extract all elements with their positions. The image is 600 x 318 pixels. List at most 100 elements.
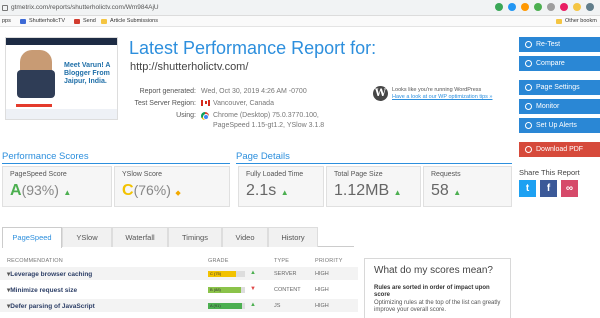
detail-label: Fully Loaded Time — [246, 171, 304, 178]
facebook-icon[interactable]: f — [540, 180, 557, 197]
col-recommendation: RECOMMENDATION — [7, 258, 63, 264]
recommendation-name[interactable]: Minimize request size — [7, 286, 77, 294]
page-settings-button[interactable]: Page Settings — [519, 80, 600, 95]
info-heading: What do my scores mean? — [374, 265, 493, 276]
refresh-icon — [525, 41, 532, 48]
extension-icon[interactable] — [573, 3, 581, 11]
detail-value: 1.12MB ▲ — [334, 182, 402, 199]
pagespeed-score-card: PageSpeed Score A(93%) ▲ — [2, 166, 112, 207]
arrow-up-icon: ▲ — [250, 270, 256, 276]
gear-icon — [525, 84, 532, 91]
recommendation-priority: HIGH — [315, 271, 329, 277]
thumbnail-headline: Meet Varun! A Blogger From Jaipur, India… — [64, 62, 111, 85]
pagespeed-score-value: A(93%) ▲ — [10, 182, 72, 199]
favicon-icon — [20, 18, 26, 24]
grade-fill: C (75) — [208, 271, 236, 277]
profile-icon[interactable] — [586, 3, 594, 11]
extension-icon[interactable] — [508, 3, 516, 11]
lock-icon — [2, 5, 8, 11]
chrome-icon — [201, 112, 209, 120]
total-page-size-card: Total Page Size 1.12MB ▲ — [326, 166, 421, 207]
meta-value: Chrome (Desktop) 75.0.3770.100, — [213, 112, 319, 119]
wp-optimization-link[interactable]: Have a look at our WP optimization tips … — [392, 94, 492, 100]
yslow-score-card: YSlow Score C(76%) ◆ — [114, 166, 230, 207]
link-icon[interactable]: ∞ — [561, 180, 578, 197]
meta-label: Test Server Region: — [134, 100, 196, 107]
alarm-icon — [525, 122, 532, 129]
arrow-up-icon: ▲ — [393, 188, 402, 197]
folder-icon — [101, 18, 107, 24]
extension-icon[interactable] — [534, 3, 542, 11]
recommendation-type: JS — [274, 303, 281, 309]
recommendation-type: CONTENT — [274, 287, 301, 293]
setup-alerts-button[interactable]: Set Up Alerts — [519, 118, 600, 133]
extension-icon[interactable] — [560, 3, 568, 11]
requests-card: Requests 58 ▲ — [423, 166, 512, 207]
compare-icon — [525, 60, 532, 67]
canada-flag-icon — [201, 100, 210, 106]
thumbnail-footer — [6, 109, 117, 119]
meta-label: Using: — [176, 112, 196, 119]
col-grade: GRADE — [208, 258, 229, 264]
gmail-icon — [74, 18, 80, 24]
meta-value: Vancouver, Canada — [213, 100, 274, 107]
bookmarks-bar: pps ShutterholicTV Send Article Submissi… — [0, 16, 600, 27]
col-priority: PRIORITY — [315, 258, 343, 264]
col-type: TYPE — [274, 258, 290, 264]
grade-fill: B (88) — [208, 287, 241, 293]
bookmark-send[interactable]: Send — [74, 18, 96, 24]
download-pdf-button[interactable]: Download PDF — [519, 142, 600, 157]
tab-pagespeed[interactable]: PageSpeed — [2, 227, 62, 248]
thumbnail-person — [17, 50, 55, 98]
wordpress-notice: Looks like you're running WordPress Have… — [392, 87, 493, 100]
detail-value: 58 ▲ — [431, 182, 462, 199]
arrow-down-icon: ▼ — [250, 286, 256, 292]
meta-value: Wed, Oct 30, 2019 4:26 AM -0700 — [201, 88, 307, 95]
folder-icon — [556, 18, 562, 24]
compare-button[interactable]: Compare — [519, 56, 600, 71]
tab-waterfall[interactable]: Waterfall — [112, 227, 168, 247]
pagespeed-score-label: PageSpeed Score — [10, 171, 67, 178]
scores-info-box: What do my scores mean? Rules are sorted… — [364, 258, 511, 318]
bookmark-shutterholictv[interactable]: ShutterholicTV — [20, 18, 65, 24]
bookmark-article-submissions[interactable]: Article Submissions — [101, 18, 158, 24]
grade-bar: B (88) — [208, 287, 245, 293]
tab-history[interactable]: History — [268, 227, 318, 247]
report-site-url: http://shutterholictv.com/ — [130, 61, 249, 73]
meta-label: Report generated: — [139, 88, 196, 95]
grade-bar: C (75) — [208, 271, 245, 277]
yslow-score-label: YSlow Score — [122, 171, 163, 178]
recommendation-name[interactable]: Defer parsing of JavaScript — [7, 302, 95, 310]
address-bar[interactable]: gtmetrix.com/reports/shutterholictv.com/… — [0, 0, 600, 16]
meta-value: PageSpeed 1.15-gt1.2, YSlow 3.1.8 — [213, 122, 325, 129]
retest-button[interactable]: Re-Test — [519, 37, 600, 52]
fully-loaded-time-card: Fully Loaded Time 2.1s ▲ — [238, 166, 324, 207]
extension-icon[interactable] — [547, 3, 555, 11]
grade-fill: A (91) — [208, 303, 242, 309]
performance-scores-title: Performance Scores — [2, 151, 89, 162]
section-divider — [236, 163, 512, 164]
url-text[interactable]: gtmetrix.com/reports/shutterholictv.com/… — [11, 4, 159, 11]
report-tabs: PageSpeed YSlow Waterfall Timings Video … — [2, 227, 354, 248]
bookmark-other[interactable]: Other bookm — [556, 18, 597, 24]
thumbnail-accent — [16, 104, 52, 107]
page-details-title: Page Details — [236, 151, 290, 162]
wordpress-icon: W — [373, 86, 388, 101]
extension-icons — [495, 3, 594, 11]
detail-label: Total Page Size — [334, 171, 383, 178]
arrow-up-icon: ▲ — [250, 302, 256, 308]
tab-timings[interactable]: Timings — [168, 227, 222, 247]
extension-icon[interactable] — [495, 3, 503, 11]
thumbnail-nav — [6, 38, 117, 45]
twitter-icon[interactable]: t — [519, 180, 536, 197]
yslow-score-value: C(76%) ◆ — [122, 182, 181, 199]
extension-icon[interactable] — [521, 3, 529, 11]
info-text: Optimizing rules at the top of the list … — [374, 300, 501, 313]
tab-video[interactable]: Video — [222, 227, 268, 247]
tab-yslow[interactable]: YSlow — [62, 227, 112, 247]
bookmark-apps[interactable]: pps — [2, 18, 11, 24]
report-title: Latest Performance Report for: — [129, 38, 377, 58]
arrow-up-icon: ▲ — [280, 188, 289, 197]
monitor-button[interactable]: Monitor — [519, 99, 600, 114]
recommendation-name[interactable]: Leverage browser caching — [7, 270, 92, 278]
